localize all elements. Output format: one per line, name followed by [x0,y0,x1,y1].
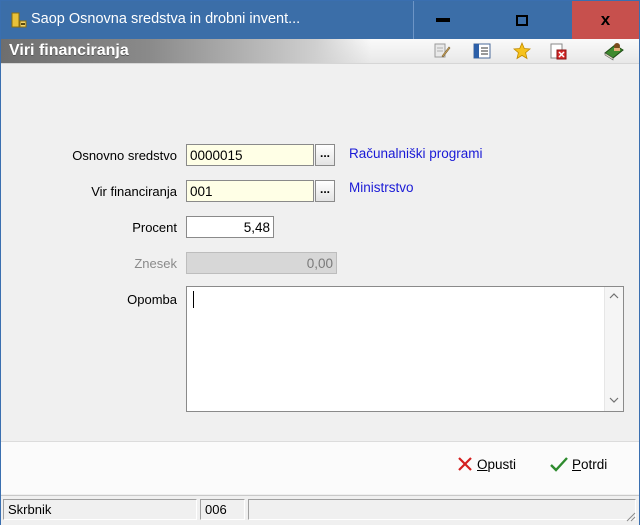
form-title: Viri financiranja [9,42,129,59]
procent-input[interactable] [186,216,274,238]
cancel-label: Opusti [477,456,517,472]
status-code: 006 [200,499,245,520]
vir-financiranja-input[interactable] [186,180,314,202]
osnovno-sredstvo-description: Računalniški programi [349,146,483,161]
vir-financiranja-description: Ministrstvo [349,180,414,195]
maximize-icon [516,14,528,26]
status-extra [248,499,636,520]
minimize-icon [436,18,450,22]
star-icon[interactable] [513,42,531,60]
procent-label: Procent [132,220,177,235]
window-title: Saop Osnovna sredstva in drobni invent..… [31,11,301,27]
delete-icon[interactable] [549,42,567,60]
app-icon [11,12,27,28]
znesek-label: Znesek [134,256,177,271]
book-icon[interactable] [603,41,625,61]
opomba-scrollbar[interactable] [604,287,623,411]
vir-financiranja-browse-button[interactable]: ... [315,180,335,202]
osnovno-sredstvo-label: Osnovno sredstvo [72,148,177,163]
osnovno-sredstvo-input[interactable] [186,144,314,166]
status-bar: Skrbnik 006 [1,495,639,525]
vir-financiranja-label: Vir financiranja [91,184,177,199]
cancel-button[interactable]: Opusti [457,456,516,472]
list-icon[interactable] [473,42,491,60]
confirm-label: Potrdi [572,456,608,472]
resize-grip-icon[interactable] [624,510,636,522]
edit-icon[interactable] [433,42,451,60]
title-bar[interactable]: Saop Osnovna sredstva in drobni invent..… [1,1,639,39]
close-icon: x [600,10,611,29]
osnovno-sredstvo-browse-button[interactable]: ... [315,144,335,166]
checkmark-icon [550,457,568,472]
scroll-up-icon[interactable] [609,291,619,302]
opomba-textarea[interactable] [186,286,624,412]
text-caret [193,291,194,308]
close-button[interactable]: x [572,1,639,39]
app-window: Saop Osnovna sredstva in drobni invent..… [0,0,640,525]
footer-bar [1,442,639,494]
znesek-input [186,252,337,274]
cancel-x-icon [458,457,472,471]
form-header: Viri financiranja [1,39,639,64]
opomba-label: Opomba [127,292,177,307]
minimize-button[interactable] [414,1,472,39]
scroll-down-icon[interactable] [609,395,619,406]
confirm-button[interactable]: Potrdi [550,456,607,472]
status-user: Skrbnik [3,499,197,520]
maximize-button[interactable] [472,1,572,39]
